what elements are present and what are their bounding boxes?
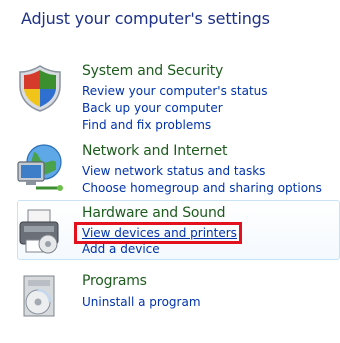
category-heading-system-and-security[interactable]: System and Security bbox=[82, 63, 223, 79]
shield-icon bbox=[14, 62, 66, 114]
programs-disc-icon bbox=[14, 270, 66, 322]
category-heading-network-and-internet[interactable]: Network and Internet bbox=[82, 143, 227, 159]
printer-icon bbox=[14, 206, 66, 258]
link-review-computer-status[interactable]: Review your computer's status bbox=[82, 84, 268, 98]
link-uninstall-a-program[interactable]: Uninstall a program bbox=[82, 295, 201, 309]
category-heading-programs[interactable]: Programs bbox=[82, 273, 147, 289]
link-add-a-device[interactable]: Add a device bbox=[82, 242, 160, 256]
category-heading-hardware-and-sound[interactable]: Hardware and Sound bbox=[82, 205, 226, 221]
link-homegroup-sharing-options[interactable]: Choose homegroup and sharing options bbox=[82, 181, 322, 195]
link-back-up-computer[interactable]: Back up your computer bbox=[82, 101, 223, 115]
link-view-network-status[interactable]: View network status and tasks bbox=[82, 164, 265, 178]
page-title: Adjust your computer's settings bbox=[21, 9, 270, 28]
network-globe-icon bbox=[14, 142, 66, 194]
highlight-box bbox=[74, 222, 242, 244]
link-find-and-fix-problems[interactable]: Find and fix problems bbox=[82, 118, 211, 132]
